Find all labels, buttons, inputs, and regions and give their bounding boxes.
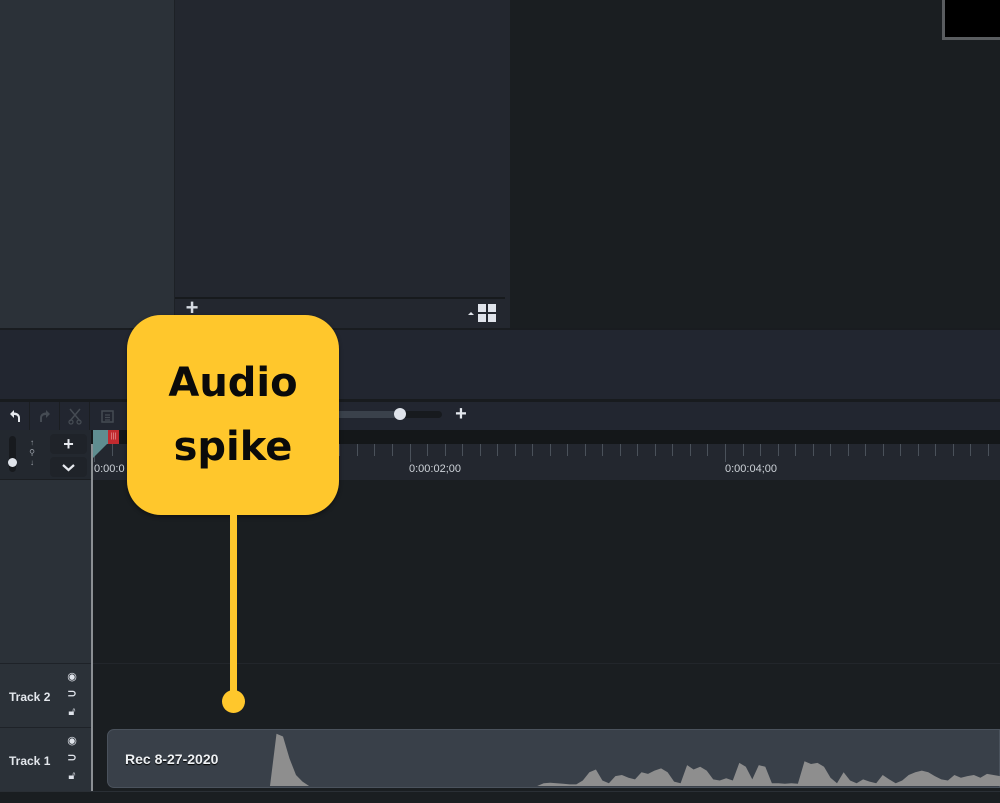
scissors-icon: [67, 408, 82, 425]
track-name: Track 1: [9, 754, 51, 768]
audio-waveform: [107, 733, 1000, 786]
ruler-minor-tick: [480, 444, 481, 456]
magnet-icon[interactable]: ⊃: [65, 752, 79, 764]
callout-pointer-dot: [222, 690, 245, 713]
ruler-minor-tick: [497, 444, 498, 456]
zoom-in-button[interactable]: +: [452, 404, 470, 424]
track-controls: ↑ ⚲ ↓ +: [0, 430, 91, 480]
out-point-marker[interactable]: |||: [108, 430, 119, 444]
magnifier-icon: ↑ ⚲ ↓: [29, 438, 35, 467]
ruler-minor-tick: [655, 444, 656, 456]
zoom-slider-fill: [330, 411, 400, 418]
copy-button[interactable]: [92, 402, 122, 430]
callout-pointer-line: [230, 514, 237, 694]
ruler-minor-tick: [760, 444, 761, 456]
track-2-header[interactable]: Track 2 ◉ ⊃ 🔓︎: [0, 663, 91, 725]
bottom-bar: [0, 791, 1000, 803]
collapse-tracks-button[interactable]: [50, 457, 87, 477]
lock-icon[interactable]: 🔓︎: [65, 706, 79, 718]
cut-button[interactable]: [60, 402, 90, 430]
canvas-area: [505, 0, 1000, 328]
ruler-minor-tick: [918, 444, 919, 456]
lock-icon[interactable]: 🔓︎: [65, 770, 79, 782]
ruler-minor-tick: [672, 444, 673, 456]
ruler-minor-tick: [970, 444, 971, 456]
chevron-down-icon: [62, 464, 75, 472]
playhead-line[interactable]: [91, 444, 93, 794]
ruler-minor-tick: [445, 444, 446, 456]
media-bin: [175, 0, 505, 328]
ruler-minor-tick: [778, 444, 779, 456]
ruler-minor-tick: [462, 444, 463, 456]
ruler-minor-tick: [865, 444, 866, 456]
left-panel: [0, 0, 175, 328]
waveform-shape: [107, 733, 1000, 786]
ruler-minor-tick: [374, 444, 375, 456]
track-height-thumb[interactable]: [8, 458, 17, 467]
ruler-label: 0:00:0: [94, 463, 125, 475]
copy-icon: [101, 410, 114, 423]
callout-line-1: Audio: [168, 360, 298, 406]
ruler-minor-tick: [935, 444, 936, 456]
zoom-slider-thumb[interactable]: [394, 408, 406, 420]
magnet-icon[interactable]: ⊃: [65, 688, 79, 700]
redo-icon: [39, 410, 50, 422]
redo-button[interactable]: [30, 402, 60, 430]
ruler-minor-tick: [585, 444, 586, 456]
ruler-minor-tick: [620, 444, 621, 456]
ruler-minor-tick: [550, 444, 551, 456]
ruler-minor-tick: [515, 444, 516, 456]
playhead-handle[interactable]: [93, 430, 108, 444]
ruler-minor-tick: [357, 444, 358, 456]
undo-icon: [9, 410, 20, 422]
ruler-minor-tick: [813, 444, 814, 456]
ruler-minor-tick: [953, 444, 954, 456]
track-1-header[interactable]: Track 1 ◉ ⊃ 🔓︎: [0, 727, 91, 791]
grid-view-icon[interactable]: [468, 302, 500, 324]
clip-label: Rec 8-27-2020: [125, 751, 219, 767]
ruler-minor-tick: [602, 444, 603, 456]
ruler-minor-tick: [112, 444, 113, 456]
ruler-minor-tick: [988, 444, 989, 456]
ruler-label: 0:00:04;00: [725, 463, 777, 475]
eye-icon[interactable]: ◉: [65, 735, 79, 747]
eye-icon[interactable]: ◉: [65, 671, 79, 683]
ruler-minor-tick: [532, 444, 533, 456]
ruler-minor-tick: [795, 444, 796, 456]
ruler-minor-tick: [830, 444, 831, 456]
track-name: Track 2: [9, 690, 51, 704]
ruler-major-tick: [410, 444, 411, 462]
undo-button[interactable]: [0, 402, 30, 430]
ruler-minor-tick: [690, 444, 691, 456]
ruler-minor-tick: [883, 444, 884, 456]
ruler-minor-tick: [848, 444, 849, 456]
ruler-label: 0:00:02;00: [409, 463, 461, 475]
add-track-button[interactable]: +: [50, 434, 87, 454]
ruler-minor-tick: [567, 444, 568, 456]
ruler-minor-tick: [427, 444, 428, 456]
audio-spike-callout: Audio spike: [127, 315, 339, 515]
ruler-minor-tick: [743, 444, 744, 456]
ruler-minor-tick: [392, 444, 393, 456]
ruler-minor-tick: [339, 444, 340, 456]
playhead-handle-point: [93, 444, 107, 458]
callout-line-2: spike: [173, 424, 293, 470]
ruler-major-tick: [725, 444, 726, 462]
ruler-minor-tick: [637, 444, 638, 456]
ruler-minor-tick: [900, 444, 901, 456]
preview-canvas[interactable]: [942, 0, 1000, 40]
ruler-minor-tick: [707, 444, 708, 456]
